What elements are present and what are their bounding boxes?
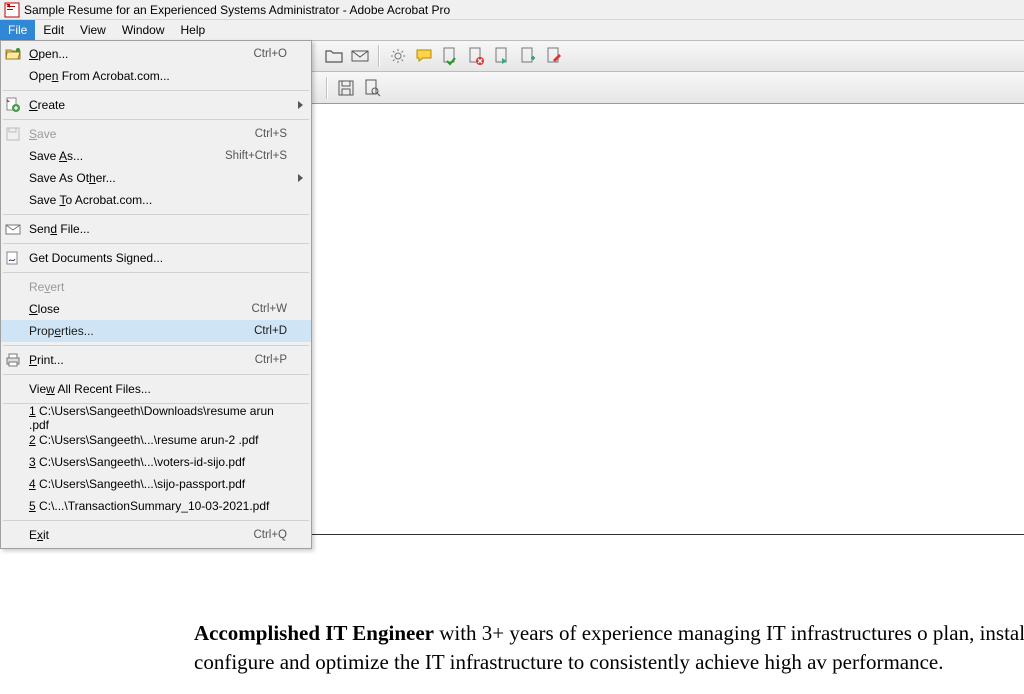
- menu-send-file[interactable]: Send File...: [1, 218, 311, 240]
- save-icon[interactable]: [336, 78, 356, 98]
- menu-revert: Revert: [1, 276, 311, 298]
- menu-exit-label: Exit: [29, 528, 253, 542]
- menu-recent-1[interactable]: 1 C:\Users\Sangeeth\Downloads\resume aru…: [1, 407, 311, 429]
- menu-view[interactable]: View: [72, 20, 114, 40]
- menu-create[interactable]: Create: [1, 94, 311, 116]
- signature-icon: [5, 250, 21, 266]
- menu-recent-3[interactable]: 3 C:\Users\Sangeeth\...\voters-id-sijo.p…: [1, 451, 311, 473]
- menu-save-as[interactable]: Save As... Shift+Ctrl+S: [1, 145, 311, 167]
- menu-open[interactable]: Open... Ctrl+O: [1, 43, 311, 65]
- create-icon: [5, 97, 21, 113]
- menu-separator: [3, 345, 309, 346]
- menu-save-as-accel: Shift+Ctrl+S: [225, 150, 287, 162]
- folder-icon[interactable]: [324, 46, 344, 66]
- menu-save-as-other-label: Save As Other...: [29, 171, 287, 185]
- menu-get-signed-label: Get Documents Signed...: [29, 251, 287, 265]
- page-zoom-icon[interactable]: [362, 78, 382, 98]
- resume-heading: Accomplished IT Engineer: [194, 621, 434, 645]
- menu-recent-1-label: 1 C:\Users\Sangeeth\Downloads\resume aru…: [29, 404, 287, 432]
- page-check-icon[interactable]: [440, 46, 460, 66]
- menu-separator: [3, 243, 309, 244]
- title-bar: Sample Resume for an Experienced Systems…: [0, 0, 1024, 20]
- save-icon: [5, 126, 21, 142]
- page-add-icon[interactable]: [518, 46, 538, 66]
- menu-save: Save Ctrl+S: [1, 123, 311, 145]
- menu-view-recent[interactable]: View All Recent Files...: [1, 378, 311, 400]
- toolbar-separator: [326, 77, 328, 99]
- menu-save-to-label: Save To Acrobat.com...: [29, 193, 287, 207]
- menu-send-file-label: Send File...: [29, 222, 287, 236]
- menu-save-as-other[interactable]: Save As Other...: [1, 167, 311, 189]
- page-cancel-icon[interactable]: [466, 46, 486, 66]
- file-menu-dropdown: Open... Ctrl+O Open From Acrobat.com... …: [0, 40, 312, 549]
- menu-recent-2[interactable]: 2 C:\Users\Sangeeth\...\resume arun-2 .p…: [1, 429, 311, 451]
- gear-icon[interactable]: [388, 46, 408, 66]
- menu-get-signed[interactable]: Get Documents Signed...: [1, 247, 311, 269]
- menu-create-label: Create: [29, 98, 287, 112]
- comment-icon[interactable]: [414, 46, 434, 66]
- menu-recent-3-label: 3 C:\Users\Sangeeth\...\voters-id-sijo.p…: [29, 455, 287, 469]
- menu-open-from-label: Open From Acrobat.com...: [29, 69, 287, 83]
- menu-separator: [3, 119, 309, 120]
- menu-file[interactable]: File: [0, 20, 35, 40]
- menu-separator: [3, 520, 309, 521]
- page-divider: [194, 534, 1024, 535]
- envelope-icon: [5, 221, 21, 237]
- menu-print[interactable]: Print... Ctrl+P: [1, 349, 311, 371]
- menu-help[interactable]: Help: [173, 20, 214, 40]
- menu-separator: [3, 214, 309, 215]
- menu-separator: [3, 90, 309, 91]
- menu-separator: [3, 374, 309, 375]
- menu-close-label: Close: [29, 302, 252, 316]
- menu-properties-label: Properties...: [29, 324, 254, 338]
- menu-print-accel: Ctrl+P: [255, 354, 287, 366]
- menu-open-label: Open...: [29, 47, 253, 61]
- menu-print-label: Print...: [29, 353, 255, 367]
- menu-open-accel: Ctrl+O: [253, 48, 287, 60]
- menu-recent-5[interactable]: 5 C:\...\TransactionSummary_10-03-2021.p…: [1, 495, 311, 517]
- toolbar-separator: [378, 45, 380, 67]
- menu-properties[interactable]: Properties... Ctrl+D: [1, 320, 311, 342]
- menu-edit[interactable]: Edit: [35, 20, 72, 40]
- menu-save-accel: Ctrl+S: [255, 128, 287, 140]
- menu-close-accel: Ctrl+W: [252, 303, 287, 315]
- window-title: Sample Resume for an Experienced Systems…: [24, 3, 450, 17]
- print-icon: [5, 352, 21, 368]
- menu-exit-accel: Ctrl+Q: [253, 529, 287, 541]
- page-edit-icon[interactable]: [544, 46, 564, 66]
- open-icon: [5, 46, 21, 62]
- menu-view-recent-label: View All Recent Files...: [29, 382, 287, 396]
- menu-close[interactable]: Close Ctrl+W: [1, 298, 311, 320]
- menu-window[interactable]: Window: [114, 20, 173, 40]
- document-body-text: Accomplished IT Engineer with 3+ years o…: [194, 619, 1024, 678]
- page-arrow-icon[interactable]: [492, 46, 512, 66]
- menu-bar: File Edit View Window Help: [0, 20, 1024, 40]
- menu-save-label: Save: [29, 127, 255, 141]
- menu-recent-2-label: 2 C:\Users\Sangeeth\...\resume arun-2 .p…: [29, 433, 287, 447]
- menu-open-from-acrobat[interactable]: Open From Acrobat.com...: [1, 65, 311, 87]
- menu-separator: [3, 272, 309, 273]
- menu-revert-label: Revert: [29, 280, 287, 294]
- menu-recent-5-label: 5 C:\...\TransactionSummary_10-03-2021.p…: [29, 499, 287, 513]
- envelope-icon[interactable]: [350, 46, 370, 66]
- menu-properties-accel: Ctrl+D: [254, 325, 287, 337]
- menu-save-as-label: Save As...: [29, 149, 225, 163]
- menu-exit[interactable]: Exit Ctrl+Q: [1, 524, 311, 546]
- menu-recent-4-label: 4 C:\Users\Sangeeth\...\sijo-passport.pd…: [29, 477, 287, 491]
- menu-save-to-acrobat[interactable]: Save To Acrobat.com...: [1, 189, 311, 211]
- menu-recent-4[interactable]: 4 C:\Users\Sangeeth\...\sijo-passport.pd…: [1, 473, 311, 495]
- app-icon: [4, 2, 20, 18]
